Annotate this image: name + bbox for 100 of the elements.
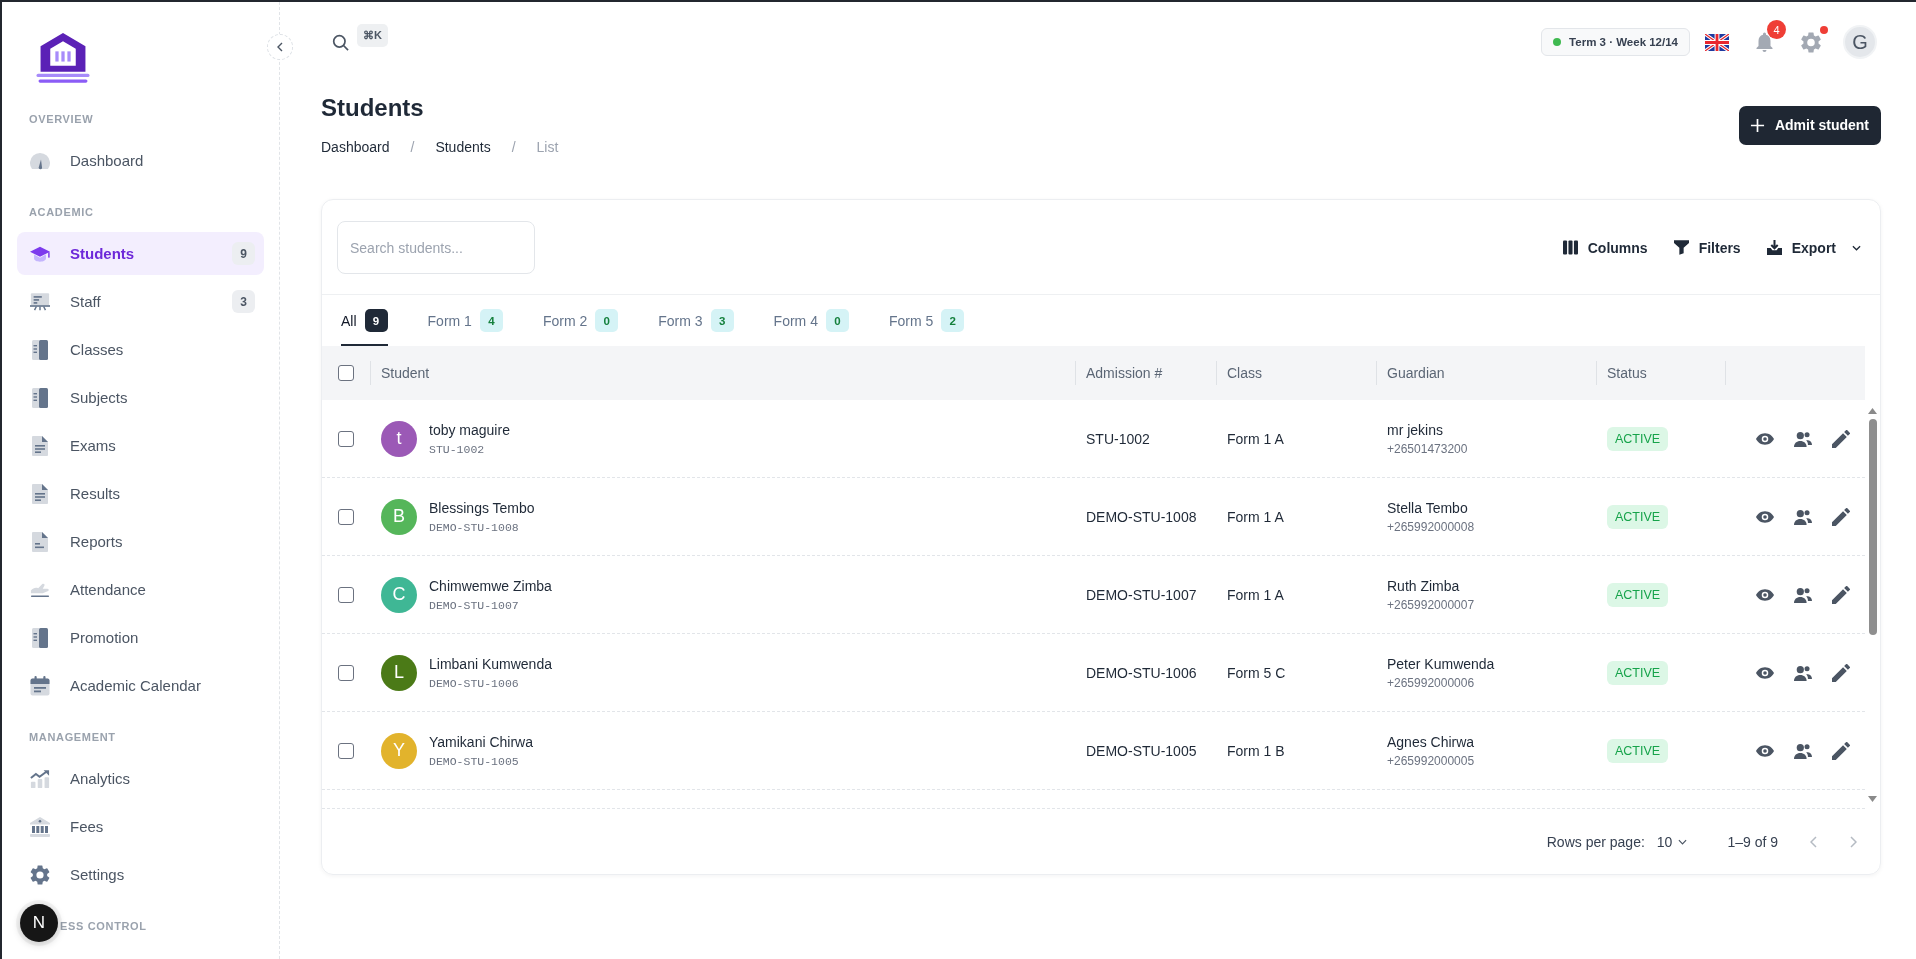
pencil-icon[interactable] (1832, 585, 1850, 604)
breadcrumb-link[interactable]: Students (435, 137, 491, 157)
export-button[interactable]: Export (1764, 235, 1863, 260)
column-header[interactable]: Admission # (1086, 365, 1163, 381)
scroll-up-arrow-icon[interactable] (1868, 408, 1877, 414)
sidebar-item[interactable]: Dashboard (17, 139, 264, 182)
guardian-name: Peter Kumwenda (1387, 654, 1495, 673)
column-header[interactable]: Guardian (1387, 365, 1445, 381)
chevron-left-icon (277, 42, 283, 52)
pencil-icon[interactable] (1832, 507, 1850, 526)
row-checkbox[interactable] (338, 508, 354, 525)
sidebar-item[interactable]: Subjects (17, 376, 264, 419)
notification-count: 4 (1767, 20, 1786, 39)
guardian-name: Agnes Chirwa (1387, 732, 1475, 751)
guardian-name: Ruth Zimba (1387, 576, 1460, 595)
breadcrumb-link[interactable]: Dashboard (321, 137, 390, 157)
user-avatar[interactable]: G (1843, 25, 1877, 59)
count-badge: 9 (232, 242, 255, 265)
users-icon[interactable] (1794, 429, 1812, 448)
admission-number: DEMO-STU-1006 (1086, 664, 1197, 681)
class-name: Form 1 B (1227, 742, 1285, 759)
document-icon (30, 483, 50, 504)
student-name: Blessings Tembo (429, 498, 535, 517)
filter-tab[interactable]: Form 5 2 (888, 295, 965, 346)
bell-icon[interactable] (1756, 32, 1773, 52)
users-icon[interactable] (1794, 585, 1812, 604)
admit-student-button[interactable]: Admit student (1738, 105, 1881, 145)
guardian-name: mr jekins (1387, 420, 1443, 439)
page-range: 1–9 of 9 (1727, 833, 1778, 850)
class-name: Form 1 A (1227, 508, 1284, 525)
column-header[interactable]: Class (1227, 365, 1262, 381)
sidebar-item[interactable]: Analytics (17, 757, 264, 800)
guardian-phone: +265992000008 (1387, 519, 1475, 535)
sidebar-item[interactable]: Promotion (17, 616, 264, 659)
student-name: Yamikani Chirwa (429, 732, 533, 751)
pencil-icon[interactable] (1832, 741, 1850, 760)
sidebar-item[interactable]: Students 9 (17, 232, 264, 275)
student-name: Limbani Kumwenda (429, 654, 552, 673)
admission-number: DEMO-STU-1007 (1086, 586, 1197, 603)
select-all-checkbox[interactable] (338, 365, 354, 381)
avatar: Y (381, 732, 417, 769)
student-id: DEMO-STU-1007 (429, 597, 519, 613)
book-icon (30, 339, 50, 360)
section-heading: ESS CONTROL (60, 919, 147, 934)
columns-icon (1562, 240, 1578, 255)
users-icon[interactable] (1794, 663, 1812, 682)
status-dot-icon (1553, 38, 1562, 46)
avatar: B (381, 498, 417, 535)
count-badge: 2 (941, 309, 965, 332)
filter-tab[interactable]: Form 3 3 (658, 295, 734, 346)
pencil-icon[interactable] (1832, 429, 1850, 448)
users-icon[interactable] (1794, 741, 1812, 760)
sidebar-item[interactable]: Classes (17, 328, 264, 371)
chart-icon (30, 768, 50, 789)
guardian-name: Stella Tembo (1387, 498, 1468, 517)
columns-button[interactable]: Columns (1560, 235, 1650, 260)
avatar: t (381, 420, 417, 457)
flag-icon[interactable] (1705, 33, 1729, 51)
sidebar-item[interactable]: Academic Calendar (17, 664, 264, 707)
term-button[interactable]: Term 3 · Week 12/14 (1541, 28, 1690, 56)
plus-icon (1749, 117, 1765, 133)
count-badge: 3 (232, 290, 255, 313)
status-badge: ACTIVE (1607, 504, 1669, 529)
column-header[interactable]: Student (381, 365, 430, 381)
scrollbar-thumb[interactable] (1868, 419, 1877, 635)
chevron-down-icon (1678, 838, 1688, 845)
dev-tools-button[interactable]: N (20, 904, 58, 942)
student-name: toby maguire (429, 420, 510, 439)
sidebar-item[interactable]: Settings (17, 853, 264, 896)
sidebar-item[interactable]: Fees (17, 805, 264, 848)
row-checkbox[interactable] (338, 430, 354, 447)
users-icon[interactable] (1794, 507, 1812, 526)
sidebar-item[interactable]: Reports (17, 520, 264, 563)
status-badge: ACTIVE (1607, 660, 1669, 685)
column-header[interactable]: Status (1607, 365, 1647, 381)
scroll-down-arrow-icon[interactable] (1868, 796, 1877, 802)
class-name: Form 5 C (1227, 664, 1286, 681)
filter-tab[interactable]: Form 2 0 (542, 295, 619, 346)
row-checkbox[interactable] (338, 664, 354, 681)
funnel-icon (1673, 240, 1689, 255)
count-badge: 9 (364, 309, 388, 332)
search-field[interactable]: Search students... (337, 221, 535, 274)
row-checkbox[interactable] (338, 586, 354, 603)
count-badge: 0 (595, 309, 619, 332)
sidebar-item[interactable]: Staff 3 (17, 280, 264, 323)
sidebar-item[interactable]: Exams (17, 424, 264, 467)
filters-button[interactable]: Filters (1671, 235, 1743, 260)
section-heading: MANAGEMENT (28, 730, 116, 745)
sidebar-item[interactable]: Attendance (17, 568, 264, 611)
sidebar-item[interactable]: Results (17, 472, 264, 515)
search-icon[interactable] (332, 33, 349, 51)
filter-tab[interactable]: Form 1 4 (427, 295, 503, 346)
guardian-phone: +265992000007 (1387, 597, 1475, 613)
count-badge: 0 (825, 309, 849, 332)
rows-per-page-select[interactable]: 10 (1654, 831, 1690, 852)
pencil-icon[interactable] (1832, 663, 1850, 682)
filter-tab[interactable]: Form 4 0 (773, 295, 849, 346)
rows-per-page-label: Rows per page: (1546, 833, 1645, 850)
row-checkbox[interactable] (338, 742, 354, 759)
book-icon (30, 387, 50, 408)
